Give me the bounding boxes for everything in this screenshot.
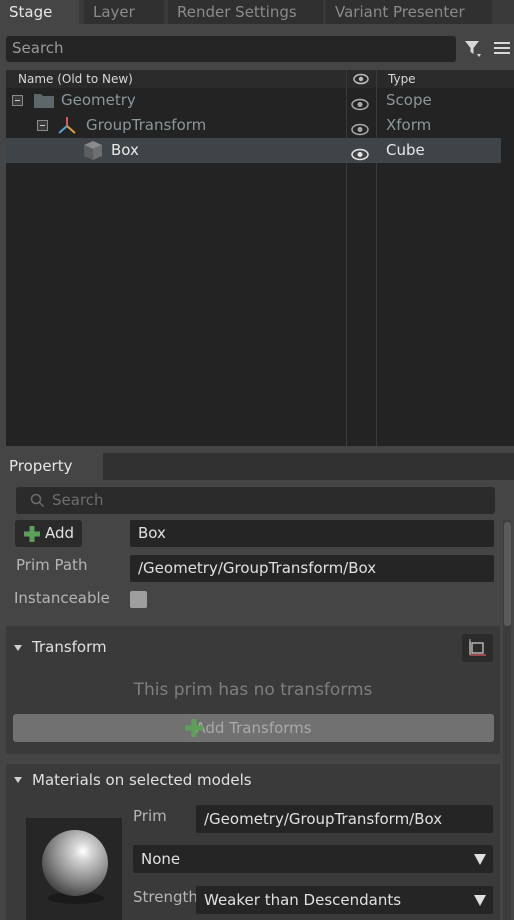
tree-header: Name (Old to New) Type <box>6 70 514 88</box>
tab-bar: Stage Layer Render Settings Variant Pres… <box>0 0 514 24</box>
stage-tree: Name (Old to New) Type Geometry Scope Gr… <box>6 70 514 446</box>
visibility-eye-icon[interactable] <box>351 144 369 169</box>
instanceable-checkbox[interactable] <box>130 591 147 608</box>
column-type-header[interactable]: Type <box>388 70 416 88</box>
instanceable-label: Instanceable <box>14 589 110 607</box>
collapse-icon[interactable] <box>37 120 48 131</box>
prim-type: Scope <box>386 91 432 109</box>
collapse-icon[interactable] <box>12 95 23 106</box>
tab-variant-presenter[interactable]: Variant Presenter <box>326 0 492 24</box>
search-icon <box>30 493 45 512</box>
dropdown-arrow-icon <box>474 895 486 906</box>
transform-section-title[interactable]: Transform <box>32 638 107 656</box>
column-name-header[interactable]: Name (Old to New) <box>18 70 133 88</box>
materials-section-title[interactable]: Materials on selected models <box>32 771 252 789</box>
stage-search-input[interactable]: Search <box>6 36 456 62</box>
strength-select[interactable]: Weaker than Descendants <box>196 886 493 914</box>
strength-label: Strength <box>133 888 198 906</box>
material-select-value: None <box>141 850 181 868</box>
transform-options-button[interactable] <box>462 634 493 662</box>
tab-render-settings[interactable]: Render Settings <box>168 0 323 24</box>
material-prim-field[interactable]: /Geometry/GroupTransform/Box <box>196 805 493 833</box>
property-tab-bar: Property <box>0 453 514 480</box>
material-select[interactable]: None <box>133 845 493 873</box>
no-transforms-message: This prim has no transforms <box>133 680 373 700</box>
material-preview-thumbnail <box>26 818 122 920</box>
tab-property[interactable]: Property <box>0 453 103 480</box>
prim-path-label: Prim Path <box>16 556 88 574</box>
cube-icon <box>82 140 104 169</box>
property-scrollbar-thumb[interactable] <box>504 522 511 626</box>
tab-layer[interactable]: Layer <box>84 0 164 24</box>
prim-name-field[interactable]: Box <box>130 520 494 547</box>
property-search-input[interactable]: Search <box>16 487 495 514</box>
prim-type: Xform <box>386 116 432 134</box>
prim-type: Cube <box>386 141 425 159</box>
collapse-triangle-icon[interactable] <box>14 645 22 651</box>
prim-name: GroupTransform <box>86 116 207 134</box>
tab-stage[interactable]: Stage <box>0 0 79 24</box>
dropdown-arrow-icon <box>474 854 486 865</box>
menu-icon[interactable] <box>493 39 511 57</box>
tree-row-geometry[interactable]: Geometry Scope <box>6 88 501 113</box>
prim-name: Box <box>111 141 139 159</box>
tree-row-grouptransform[interactable]: GroupTransform Xform <box>6 113 501 138</box>
filter-icon[interactable] <box>462 37 484 59</box>
prim-name: Geometry <box>61 91 136 109</box>
collapse-triangle-icon[interactable] <box>14 777 22 783</box>
add-transforms-button[interactable]: Add Transforms <box>13 714 494 742</box>
plus-icon <box>184 718 204 742</box>
tree-row-box[interactable]: Box Cube <box>6 138 501 163</box>
material-prim-label: Prim <box>133 807 167 825</box>
strength-select-value: Weaker than Descendants <box>204 891 402 909</box>
prim-path-field[interactable]: /Geometry/GroupTransform/Box <box>130 555 494 582</box>
plus-icon <box>23 525 41 547</box>
